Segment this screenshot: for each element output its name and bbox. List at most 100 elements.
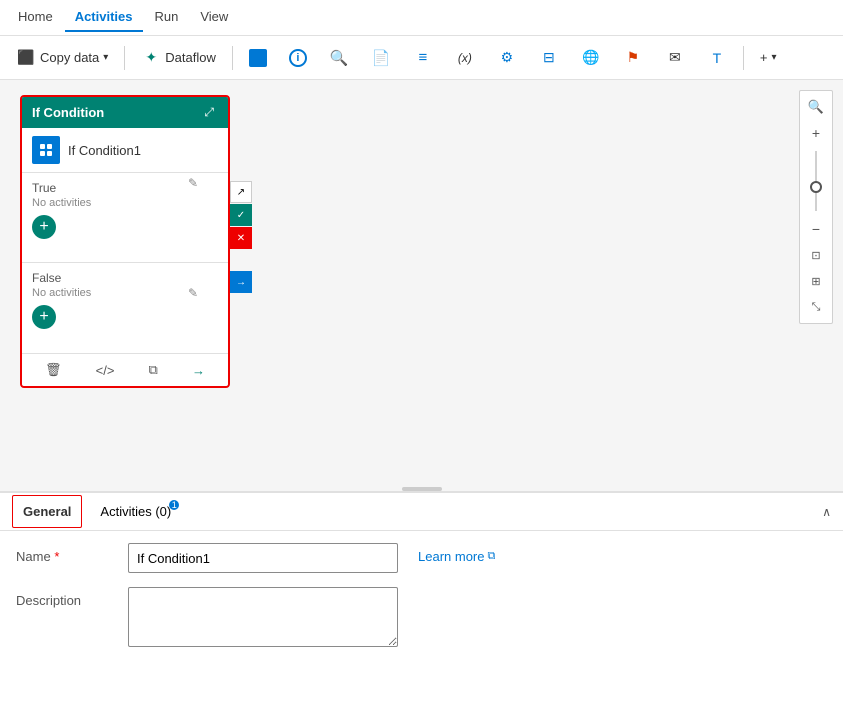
tab-activities-label: Activities (0) (100, 504, 171, 519)
if-condition-title-row: If Condition1 (22, 128, 228, 173)
navigate-button[interactable]: → (188, 361, 209, 380)
dataflow-button[interactable]: ✦ Dataflow (133, 44, 224, 72)
blue-square-icon (249, 49, 267, 67)
tool-network[interactable]: ⚙ (489, 44, 525, 72)
zoom-controls: 🔍 + − ⊡ ⊞ ⤡ (799, 90, 833, 324)
true-branch-check-btn[interactable]: ✓ (230, 204, 252, 226)
description-row: Description (16, 587, 827, 647)
search-icon: 🔍 (329, 48, 349, 68)
if-condition-header: If Condition ⤢ (22, 97, 228, 128)
if-condition-expand-btn[interactable]: ⤢ (200, 103, 218, 122)
canvas-area: If Condition ⤢ If Condition1 (0, 80, 843, 491)
learn-more-label: Learn more (418, 549, 484, 564)
tool-flag[interactable]: ⚑ (615, 44, 651, 72)
tab-activities[interactable]: Activities (0) 1 (90, 496, 181, 527)
zoom-out-button[interactable]: − (804, 217, 828, 241)
false-add-button[interactable]: + (32, 305, 56, 329)
fit-page-button[interactable]: ⊡ (804, 243, 828, 267)
tab-general[interactable]: General (12, 495, 82, 528)
activities-badge: 1 (169, 500, 179, 510)
network-icon: ⚙ (497, 48, 517, 68)
list-icon: ≡ (413, 48, 433, 68)
menu-run[interactable]: Run (145, 3, 189, 32)
description-label: Description (16, 587, 116, 608)
panel-collapse-button[interactable]: ∧ (822, 505, 831, 519)
learn-more-link[interactable]: Learn more ⧉ (418, 549, 495, 564)
true-branch-side-buttons: ↗ ✓ ✕ (230, 181, 252, 249)
true-edit-icon[interactable]: ✎ (188, 175, 198, 190)
code-button[interactable]: </> (92, 361, 119, 380)
false-branch-arrow-btn[interactable]: → (230, 271, 252, 293)
zoom-slider-thumb[interactable] (810, 181, 822, 193)
false-edit-icon[interactable]: ✎ (188, 285, 198, 300)
true-sublabel: No activities (32, 197, 218, 209)
menu-home[interactable]: Home (8, 3, 63, 32)
tool-search[interactable]: 🔍 (321, 44, 357, 72)
flag-icon: ⚑ (623, 48, 643, 68)
zoom-slider-track (815, 151, 817, 211)
tab-general-label: General (23, 504, 71, 519)
copy-data-dropdown-icon: ▾ (103, 52, 108, 63)
tool-split[interactable]: ⊟ (531, 44, 567, 72)
if-condition-block: If Condition ⤢ If Condition1 (20, 95, 230, 388)
properties-panel: General Activities (0) 1 ∧ Name * Learn … (0, 491, 843, 701)
main-canvas[interactable]: If Condition ⤢ If Condition1 (0, 80, 843, 491)
more-tools-label: + (760, 50, 768, 65)
description-input[interactable] (128, 587, 398, 647)
delete-button[interactable]: 🗑 (41, 360, 66, 380)
code-icon: (x) (455, 48, 475, 68)
tool-list[interactable]: ≡ (405, 44, 441, 72)
name-input[interactable] (128, 543, 398, 573)
copy-data-button[interactable]: ⬛ Copy data ▾ (8, 44, 116, 72)
teams-icon: T (707, 48, 727, 68)
name-row: Name * Learn more ⧉ (16, 543, 827, 573)
tool-blue-square[interactable] (241, 45, 275, 71)
false-branch: False No activities + → (22, 263, 228, 353)
menu-view[interactable]: View (190, 3, 238, 32)
more-tools-dropdown-icon: ▾ (771, 52, 776, 63)
true-add-button[interactable]: + (32, 215, 56, 239)
copy-button[interactable]: ⧉ (145, 360, 162, 380)
zoom-in-button[interactable]: + (804, 121, 828, 145)
more-tools-button[interactable]: + ▾ (752, 46, 785, 69)
true-branch-close-btn[interactable]: ✕ (230, 227, 252, 249)
name-required: * (54, 549, 59, 564)
info-icon: i (289, 49, 307, 67)
false-branch-side-buttons: → (230, 271, 252, 293)
if-condition-footer: 🗑 </> ⧉ → (22, 353, 228, 386)
if-condition-title: If Condition1 (68, 143, 141, 158)
false-label: False (32, 271, 218, 285)
split-icon: ⊟ (539, 48, 559, 68)
globe-icon: 🌐 (581, 48, 601, 68)
tool-info[interactable]: i (281, 45, 315, 71)
name-label: Name * (16, 543, 116, 564)
separator-2 (232, 46, 233, 70)
toolbar: ⬛ Copy data ▾ ✦ Dataflow i 🔍 📄 ≡ (x) ⚙ ⊟… (0, 36, 843, 80)
copy-data-icon: ⬛ (16, 48, 36, 68)
doc-icon: 📄 (371, 48, 391, 68)
panel-tabs: General Activities (0) 1 ∧ (0, 493, 843, 531)
if-condition-icon (32, 136, 60, 164)
mail-icon: ✉ (665, 48, 685, 68)
copy-data-label: Copy data (40, 50, 99, 65)
menu-activities[interactable]: Activities (65, 3, 143, 32)
separator-1 (124, 46, 125, 70)
dataflow-icon: ✦ (141, 48, 161, 68)
tool-globe[interactable]: 🌐 (573, 44, 609, 72)
fit-selection-button[interactable]: ⊞ (804, 269, 828, 293)
tool-code[interactable]: (x) (447, 44, 483, 72)
false-branch-area: False No activities + (22, 263, 228, 353)
external-link-icon: ⧉ (487, 550, 495, 563)
if-condition-header-title: If Condition (32, 105, 104, 120)
panel-resize-handle[interactable] (402, 487, 442, 491)
tool-teams[interactable]: T (699, 44, 735, 72)
tool-doc[interactable]: 📄 (363, 44, 399, 72)
dataflow-label: Dataflow (165, 50, 216, 65)
collapse-button[interactable]: ⤡ (804, 295, 828, 319)
search-zoom-icon[interactable]: 🔍 (804, 95, 828, 119)
true-branch-link-btn[interactable]: ↗ (230, 181, 252, 203)
menu-bar: Home Activities Run View (0, 0, 843, 36)
panel-body: Name * Learn more ⧉ Description (0, 531, 843, 659)
separator-3 (743, 46, 744, 70)
tool-mail[interactable]: ✉ (657, 44, 693, 72)
